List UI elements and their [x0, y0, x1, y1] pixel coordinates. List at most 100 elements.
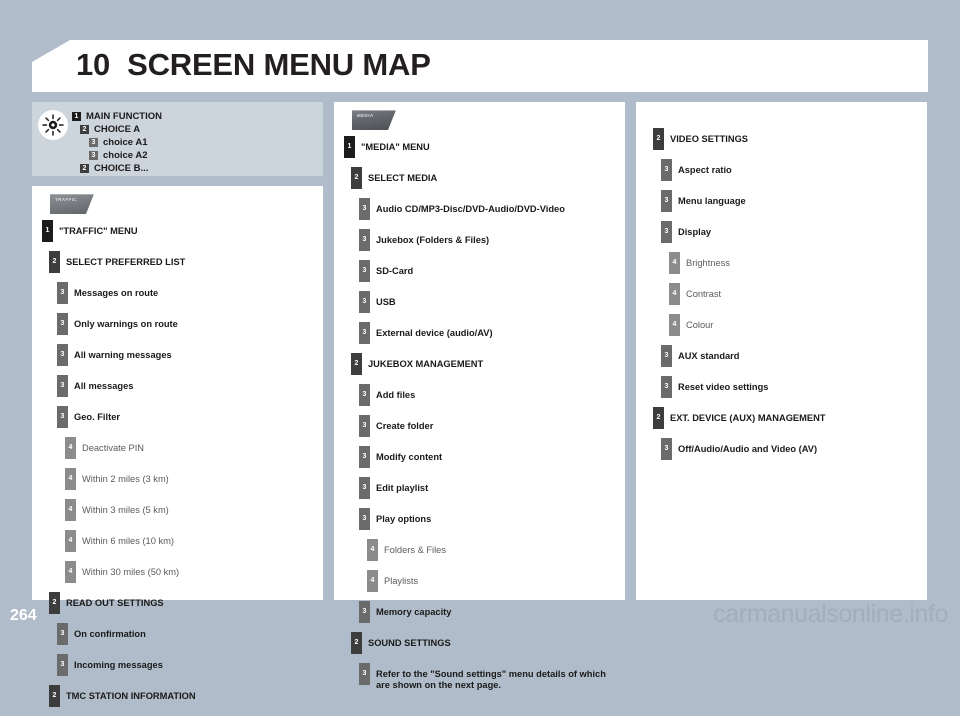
menu-item-label: USB: [376, 297, 396, 307]
menu-item-label: Add files: [376, 390, 416, 400]
menu-item-label: Colour: [686, 320, 714, 330]
legend-label: MAIN FUNCTION: [86, 111, 162, 122]
level-badge-2: 2: [653, 128, 664, 150]
menu-item-label: All warning messages: [74, 350, 172, 360]
menu-item-level-3: 3 Audio CD/MP3-Disc/DVD-Audio/DVD-Video: [359, 198, 629, 220]
menu-item-level-3: 3 All warning messages: [57, 344, 327, 366]
menu-item-label: On confirmation: [74, 629, 146, 639]
level-badge-4: 4: [669, 252, 680, 274]
traffic-button-label: TRAFFIC: [55, 197, 78, 202]
menu-item-level-3: 3 On confirmation: [57, 623, 327, 645]
level-badge-3: 3: [661, 345, 672, 367]
level-badge-1: 1: [42, 220, 53, 242]
menu-item-label: Reset video settings: [678, 382, 769, 392]
menu-item-label: Display: [678, 227, 712, 237]
level-badge-3: 3: [57, 344, 68, 366]
menu-item-level-3: 3 Messages on route: [57, 282, 327, 304]
menu-item-label: READ OUT SETTINGS: [66, 598, 164, 608]
level-badge-3: 3: [89, 138, 98, 147]
menu-item-label: Create folder: [376, 421, 434, 431]
level-badge-3: 3: [359, 601, 370, 623]
menu-item-label: Aspect ratio: [678, 165, 732, 175]
traffic-column: 1 MAIN FUNCTION 2 CHOICE A 3 choice A1 3…: [32, 102, 323, 707]
menu-item-label: Within 30 miles (50 km): [82, 567, 180, 577]
page-number: 264: [10, 607, 37, 624]
menu-item-label: SELECT MEDIA: [368, 173, 438, 183]
menu-item-label: SD-Card: [376, 266, 414, 276]
chapter-title: SCREEN MENU MAP: [127, 47, 431, 82]
menu-item-label: Folders & Files: [384, 545, 446, 555]
media-button-label: MEDIA: [357, 113, 374, 118]
menu-item-level-3: 3 Geo. Filter: [57, 406, 327, 428]
menu-item-level-4: 4 Folders & Files: [367, 539, 629, 561]
menu-item-label: TMC STATION INFORMATION: [66, 691, 196, 701]
media-hardware-button-icon: MEDIA: [352, 110, 396, 130]
level-badge-4: 4: [367, 570, 378, 592]
menu-item-level-4: 4 Within 3 miles (5 km): [65, 499, 327, 521]
menu-item-level-3: 3 AUX standard: [661, 345, 931, 367]
menu-item-level-3: 3 Play options: [359, 508, 629, 530]
level-badge-2: 2: [351, 632, 362, 654]
level-badge-3: 3: [359, 384, 370, 406]
menu-item-label: SELECT PREFERRED LIST: [66, 257, 186, 267]
legend-label: CHOICE A: [94, 124, 141, 135]
menu-item-level-2: 2 READ OUT SETTINGS: [49, 592, 327, 614]
menu-item-level-3: 3 Refer to the "Sound settings" menu deta…: [359, 663, 629, 691]
menu-item-level-2: 2 SELECT MEDIA: [351, 167, 629, 189]
level-badge-3: 3: [57, 406, 68, 428]
level-badge-1: 1: [344, 136, 355, 158]
level-badge-2: 2: [49, 685, 60, 707]
level-badge-3: 3: [359, 322, 370, 344]
level-badge-3: 3: [57, 282, 68, 304]
menu-item-level-4: 4 Playlists: [367, 570, 629, 592]
level-badge-3: 3: [661, 376, 672, 398]
level-badge-3: 3: [57, 313, 68, 335]
menu-item-label: Menu language: [678, 196, 746, 206]
legend-label: choice A2: [103, 150, 148, 161]
menu-item-level-4: 4 Within 2 miles (3 km): [65, 468, 327, 490]
menu-item-label: JUKEBOX MANAGEMENT: [368, 359, 484, 369]
menu-item-level-3: 3 Memory capacity: [359, 601, 629, 623]
level-badge-4: 4: [65, 468, 76, 490]
menu-item-level-1: 1 "MEDIA" MENU: [344, 136, 629, 158]
level-badge-3: 3: [89, 151, 98, 160]
level-badge-3: 3: [359, 446, 370, 468]
menu-item-label: VIDEO SETTINGS: [670, 134, 749, 144]
legend-row: 2 CHOICE A: [80, 123, 162, 136]
menu-item-label: Only warnings on route: [74, 319, 178, 329]
menu-item-level-4: 4 Colour: [669, 314, 931, 336]
menu-item-label: Within 2 miles (3 km): [82, 474, 169, 484]
menu-item-level-2: 2 TMC STATION INFORMATION: [49, 685, 327, 707]
traffic-hardware-button-icon: TRAFFIC: [50, 194, 94, 214]
menu-item-label: Contrast: [686, 289, 722, 299]
menu-item-level-3: 3 Create folder: [359, 415, 629, 437]
level-badge-2: 2: [653, 407, 664, 429]
menu-item-label: Refer to the "Sound settings" menu detai…: [376, 669, 606, 690]
level-badge-3: 3: [57, 375, 68, 397]
legend-row: 2 CHOICE B...: [80, 162, 162, 175]
video-column: 2 VIDEO SETTINGS 3 Aspect ratio 3 Menu langua…: [636, 102, 927, 600]
level-badge-1: 1: [72, 112, 81, 121]
menu-item-label: Brightness: [686, 258, 730, 268]
legend-card: 1 MAIN FUNCTION 2 CHOICE A 3 choice A1 3…: [32, 102, 323, 176]
video-menu-tree: 2 VIDEO SETTINGS 3 Aspect ratio 3 Menu langua…: [640, 128, 931, 469]
menu-item-label: SOUND SETTINGS: [368, 638, 451, 648]
menu-item-label: Deactivate PIN: [82, 443, 145, 453]
menu-item-level-3: 3 Edit playlist: [359, 477, 629, 499]
menu-item-label: Audio CD/MP3-Disc/DVD-Audio/DVD-Video: [376, 204, 565, 214]
menu-item-level-3: 3 Incoming messages: [57, 654, 327, 676]
menu-item-label: EXT. DEVICE (AUX) MANAGEMENT: [670, 413, 826, 423]
menu-item-label: "MEDIA" MENU: [361, 142, 430, 152]
media-menu-tree: 1 "MEDIA" MENU 2 SELECT MEDIA 3 Audio CD/MP3-…: [338, 136, 629, 700]
menu-item-level-4: 4 Within 30 miles (50 km): [65, 561, 327, 583]
level-badge-4: 4: [65, 499, 76, 521]
menu-item-level-3: 3 Add files: [359, 384, 629, 406]
legend-rows: 1 MAIN FUNCTION 2 CHOICE A 3 choice A1 3…: [72, 110, 162, 175]
menu-item-level-3: 3 Reset video settings: [661, 376, 931, 398]
level-badge-2: 2: [351, 353, 362, 375]
menu-item-label: Messages on route: [74, 288, 159, 298]
legend-row: 1 MAIN FUNCTION: [72, 110, 162, 123]
legend-label: choice A1: [103, 137, 148, 148]
menu-item-label: Modify content: [376, 452, 443, 462]
page-title: 10 SCREEN MENU MAP: [76, 47, 431, 83]
